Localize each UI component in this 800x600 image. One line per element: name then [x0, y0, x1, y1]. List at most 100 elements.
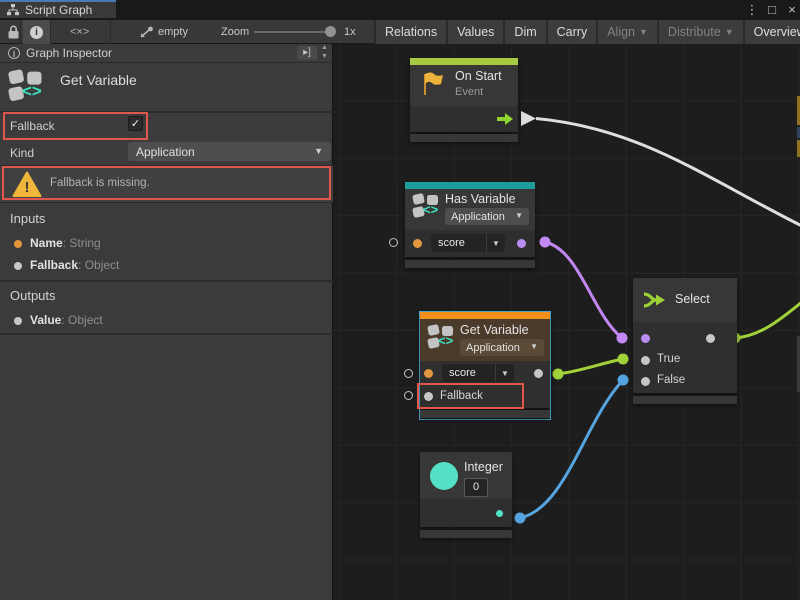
chevron-down-icon: ▼	[725, 27, 734, 37]
align-button[interactable]: Align▼	[596, 20, 657, 44]
port-hollow-circle[interactable]	[404, 369, 413, 378]
node-title: Select	[675, 292, 710, 306]
inspector-header: i Graph Inspector ▸] ▲ ▼	[0, 44, 333, 63]
inputs-heading: Inputs	[10, 211, 45, 226]
overview-button[interactable]: Overview	[743, 20, 800, 44]
window-title: Script Graph	[25, 3, 92, 17]
node-title: Integer	[464, 460, 503, 474]
lock-icon[interactable]	[6, 24, 21, 40]
dim-button[interactable]: Dim	[503, 20, 545, 44]
zoom-slider[interactable]	[254, 31, 335, 33]
port-label: False	[657, 374, 685, 386]
node-title: On Start	[455, 69, 502, 83]
outputs-heading: Outputs	[10, 288, 56, 303]
values-button[interactable]: Values	[446, 20, 503, 44]
variable-kind-dropdown[interactable]: Application▼	[460, 339, 544, 356]
kind-dropdown[interactable]: Application ▼	[128, 142, 331, 161]
chevron-down-icon: ▼	[515, 211, 523, 220]
window-close-icon[interactable]: ×	[784, 1, 800, 19]
window-menu-icon[interactable]: ⋮	[744, 1, 760, 19]
window-maximize-icon[interactable]: □	[764, 1, 780, 19]
port-false-input[interactable]	[641, 377, 650, 386]
kind-label: Kind	[10, 146, 34, 160]
variable-name-field[interactable]: score ▼	[442, 364, 514, 382]
port-value-output[interactable]	[534, 369, 543, 378]
graph-breadcrumb-icon	[138, 26, 154, 39]
wire-arrowhead	[521, 111, 536, 126]
variable-kind-dropdown[interactable]: Application▼	[445, 208, 529, 225]
port-fallback-input[interactable]	[424, 392, 433, 401]
output-row: Value: Object	[30, 313, 103, 327]
toolbar-separator	[20, 20, 21, 44]
distribute-button[interactable]: Distribute▼	[657, 20, 743, 44]
flow-output-port[interactable]	[496, 112, 514, 126]
port-name-input[interactable]	[424, 369, 433, 378]
port-name-input[interactable]	[413, 239, 422, 248]
node-title: Has Variable	[445, 192, 516, 206]
port-hollow-circle[interactable]	[404, 391, 413, 400]
scroll-down-icon[interactable]: ▼	[321, 53, 328, 61]
warning-icon: !	[12, 171, 42, 198]
divider	[0, 280, 333, 282]
input-row: Fallback: Object	[30, 258, 119, 272]
node-get-variable[interactable]: <> Get Variable Application▼ score ▼ Fal…	[420, 312, 550, 419]
inspector-toggle-button[interactable]: i	[23, 20, 50, 44]
port-int-output[interactable]	[496, 510, 503, 517]
graph-canvas[interactable]: On Start Event <> Has Variable Applicati…	[333, 44, 800, 600]
zoom-label: Zoom	[221, 20, 249, 44]
variables-toggle-icon[interactable]: <×>	[70, 20, 89, 44]
integer-value-field[interactable]: 0	[464, 478, 488, 497]
variable-name-field[interactable]: score ▼	[431, 234, 505, 252]
chevron-down-icon: ▼	[530, 342, 538, 351]
node-on-start[interactable]: On Start Event	[410, 58, 518, 142]
graph-tab-icon	[7, 4, 19, 16]
variables-icon: <>	[413, 193, 441, 221]
graph-inspector-panel: i Graph Inspector ▸] ▲ ▼ <> Get Variable…	[0, 44, 333, 600]
node-summary: <> Get Variable	[0, 62, 333, 113]
node-select[interactable]: Select True False	[633, 278, 737, 404]
node-integer[interactable]: Integer 0	[420, 452, 512, 538]
select-icon	[643, 290, 666, 310]
dock-panel-icon[interactable]: ▸]	[297, 46, 317, 60]
node-color-bar	[410, 58, 518, 65]
port-bool-output[interactable]	[517, 239, 526, 248]
fallback-checkbox[interactable]: ✓	[128, 116, 143, 131]
scroll-up-icon[interactable]: ▲	[321, 44, 328, 52]
warning-text: Fallback is missing.	[50, 177, 150, 189]
breadcrumb[interactable]: empty	[158, 20, 188, 44]
node-title: Get Variable	[460, 323, 529, 337]
tab-script-graph[interactable]: Script Graph	[0, 0, 116, 18]
relations-button[interactable]: Relations	[374, 20, 446, 44]
zoom-slider-handle[interactable]	[325, 26, 336, 37]
port-dot	[14, 262, 22, 270]
node-has-variable[interactable]: <> Has Variable Application▼ score ▼	[405, 182, 535, 268]
toolbar-separator	[110, 20, 111, 44]
wire-select-out	[735, 302, 800, 338]
wire-onstart-flow	[536, 119, 800, 227]
zoom-value: 1x	[344, 20, 356, 44]
node-footer	[420, 530, 512, 538]
flag-icon	[420, 71, 446, 97]
node-footer	[410, 134, 518, 142]
toolbar-buttons: Relations Values Dim Carry Align▼ Distri…	[374, 20, 800, 44]
node-footer	[633, 396, 737, 404]
divider	[0, 333, 333, 335]
port-true-input[interactable]	[641, 356, 650, 365]
chevron-down-icon: ▼	[486, 234, 505, 252]
inspector-title: Graph Inspector	[26, 46, 112, 60]
port-selection-output[interactable]	[706, 334, 715, 343]
chevron-down-icon: ▼	[314, 146, 323, 156]
port-hollow-circle[interactable]	[389, 238, 398, 247]
node-header: Select	[633, 278, 737, 322]
port-dot	[14, 240, 22, 248]
variables-icon: <>	[9, 69, 45, 105]
port-dot	[14, 317, 22, 325]
port-label: True	[657, 353, 680, 365]
carry-button[interactable]: Carry	[546, 20, 597, 44]
chevron-down-icon: ▼	[639, 27, 648, 37]
port-condition-input[interactable]	[641, 334, 650, 343]
toolbar-separator	[50, 20, 51, 44]
title-bar: Script Graph ⋮ □ ×	[0, 0, 800, 20]
node-footer	[420, 410, 550, 418]
node-footer	[405, 260, 535, 268]
